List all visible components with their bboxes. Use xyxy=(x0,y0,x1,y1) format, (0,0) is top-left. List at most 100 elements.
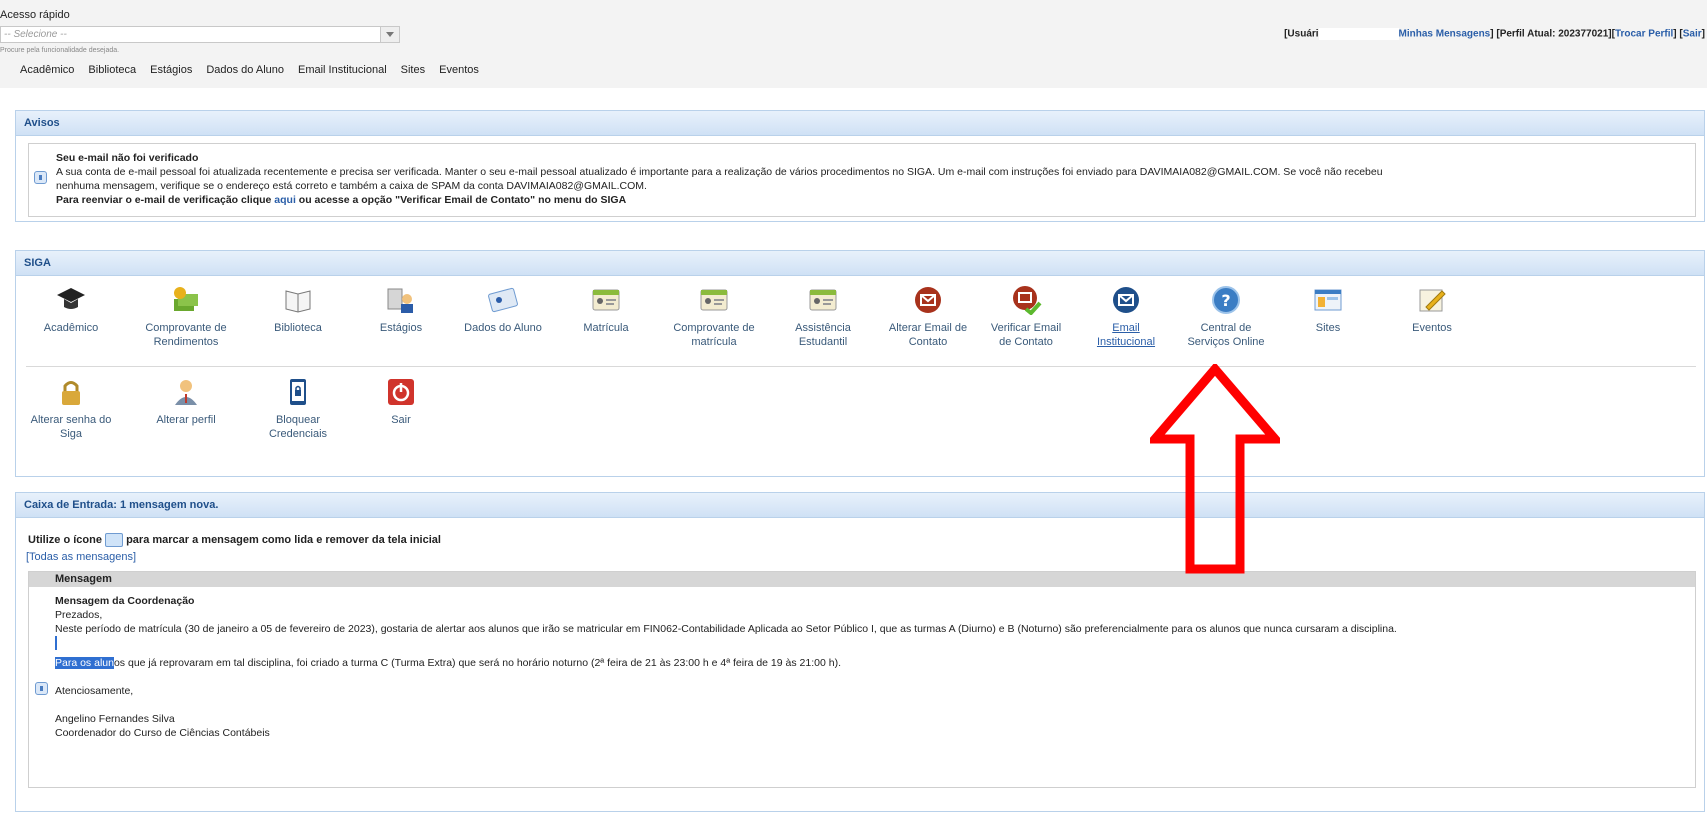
id-card-icon xyxy=(807,285,839,315)
siga-item-est-gios[interactable]: Estágios xyxy=(351,285,451,335)
menu-item-estagios[interactable]: Estágios xyxy=(150,64,192,76)
profile-info: ] [Perfil Atual: 202377021][ xyxy=(1490,28,1615,40)
my-messages-link[interactable]: Minhas Mensagens xyxy=(1399,29,1491,40)
siga-item-label-line-2: Contato xyxy=(908,336,948,348)
message-selected-text: Para os alun xyxy=(55,657,114,669)
menu-item-email-institucional[interactable]: Email Institucional xyxy=(298,64,387,76)
siga-item-sair[interactable]: Sair xyxy=(351,377,451,427)
money-icon xyxy=(170,285,202,315)
siga-item-label-line-2: Estudantil xyxy=(798,336,848,348)
avisos-line-3-b: ou acesse a opção "Verificar Email de Co… xyxy=(295,194,627,206)
siga-item-label-line-2: Siga xyxy=(59,428,83,440)
quick-access-label: Acesso rápido xyxy=(0,9,70,21)
quick-access-select[interactable]: -- Selecione -- xyxy=(0,26,400,43)
siga-item-matr-cula[interactable]: Matrícula xyxy=(556,285,656,335)
siga-item-central-de[interactable]: ? Central de Serviços Online xyxy=(1176,285,1276,349)
siga-item-label: Dados do Aluno xyxy=(464,322,542,334)
avisos-line-3-a: Para reenviar o e-mail de verificação cl… xyxy=(56,194,275,206)
user-bar-end: ] xyxy=(1701,28,1705,40)
svg-text:?: ? xyxy=(1221,291,1230,310)
siga-item-label: Verificar Email xyxy=(990,322,1062,334)
siga-item-label-line-2: Institucional xyxy=(1096,336,1156,348)
siga-item-label: Alterar perfil xyxy=(156,414,216,426)
menu-item-dados-aluno[interactable]: Dados do Aluno xyxy=(206,64,284,76)
siga-panel: SIGA Acadêmico Comprovante de Rendimentos B… xyxy=(15,250,1705,477)
mark-read-icon[interactable] xyxy=(35,682,48,695)
siga-item-acad-mico[interactable]: Acadêmico xyxy=(21,285,121,335)
siga-item-alterar-email-de[interactable]: Alterar Email de Contato xyxy=(878,285,978,349)
message-spacer xyxy=(55,636,1397,650)
inbox-instruction: Utilize o ícone para marcar a mensagem c… xyxy=(28,533,441,547)
intern-icon xyxy=(385,285,417,315)
message-paragraph-2-text: os que já reprovaram em tal disciplina, … xyxy=(113,657,841,669)
siga-item-label-line-2: matrícula xyxy=(691,336,737,348)
top-bar: Acesso rápido -- Selecione -- Procure pe… xyxy=(0,0,1707,88)
message-body: Mensagem da Coordenação Prezados, Neste … xyxy=(55,594,1397,740)
menu-item-biblioteca[interactable]: Biblioteca xyxy=(88,64,136,76)
siga-item-dados-do-aluno[interactable]: Dados do Aluno xyxy=(453,285,553,335)
website-icon xyxy=(1312,285,1344,315)
avisos-panel: Avisos Seu e-mail não foi verificado A s… xyxy=(15,110,1705,222)
siga-item-label: Estágios xyxy=(379,322,423,334)
message-title: Mensagem da Coordenação xyxy=(55,595,195,607)
siga-item-alterar-senha-do[interactable]: Alterar senha do Siga xyxy=(21,377,121,441)
email-blue-icon xyxy=(1110,285,1142,315)
siga-item-assist-ncia[interactable]: Assistência Estudantil xyxy=(773,285,873,349)
siga-item-label: Assistência xyxy=(795,322,851,334)
resend-email-link[interactable]: aqui xyxy=(274,194,296,206)
avisos-line-3: Para reenviar o e-mail de verificação cl… xyxy=(56,193,1676,207)
menu-item-sites[interactable]: Sites xyxy=(401,64,425,76)
siga-item-verificar-email[interactable]: Verificar Email de Contato xyxy=(976,285,1076,349)
siga-item-eventos[interactable]: Eventos xyxy=(1382,285,1482,335)
power-icon xyxy=(385,377,417,407)
notepad-icon xyxy=(1416,285,1448,315)
siga-item-label: Acadêmico xyxy=(43,322,99,334)
all-messages-link[interactable]: [Todas as mensagens] xyxy=(26,551,136,563)
email-red-icon xyxy=(912,285,944,315)
logout-link[interactable]: Sair xyxy=(1683,29,1702,40)
siga-item-label: Email xyxy=(1112,322,1140,334)
quick-access-select-value: -- Selecione -- xyxy=(4,29,67,40)
inbox-title: Caixa de Entrada: 1 mensagem nova. xyxy=(16,493,1704,518)
user-bar: [Usuári Minhas Mensagens] [Perfil Atual: … xyxy=(1284,28,1705,40)
user-bar-separator: ] [ xyxy=(1673,28,1683,40)
siga-item-label: Biblioteca xyxy=(274,322,322,334)
siga-item-label: Bloquear xyxy=(275,414,321,426)
siga-title: SIGA xyxy=(16,251,1704,276)
message-paragraph-1: Neste período de matrícula (30 de janeir… xyxy=(55,623,1397,635)
messages-table: Mensagem Mensagem da Coordenação Prezado… xyxy=(28,571,1696,788)
user-icon xyxy=(170,377,202,407)
siga-item-email[interactable]: Email Institucional xyxy=(1076,285,1176,349)
siga-item-bloquear[interactable]: Bloquear Credenciais xyxy=(248,377,348,441)
menu-item-eventos[interactable]: Eventos xyxy=(439,64,479,76)
siga-item-comprovante-de[interactable]: Comprovante de Rendimentos xyxy=(136,285,236,349)
book-icon xyxy=(282,285,314,315)
avisos-line-1: A sua conta de e-mail pessoal foi atuali… xyxy=(56,166,1383,178)
quick-access-hint: Procure pela funcionalidade desejada. xyxy=(0,47,120,54)
main-menu: Acadêmico Biblioteca Estágios Dados do A… xyxy=(20,64,493,76)
inbox-panel: Caixa de Entrada: 1 mensagem nova. Utili… xyxy=(15,492,1705,812)
id-card-icon xyxy=(698,285,730,315)
siga-item-alterar-perfil[interactable]: Alterar perfil xyxy=(136,377,236,427)
menu-item-academico[interactable]: Acadêmico xyxy=(20,64,74,76)
siga-item-biblioteca[interactable]: Biblioteca xyxy=(248,285,348,335)
change-profile-link[interactable]: Trocar Perfil xyxy=(1615,29,1673,40)
siga-item-label-line-2: Credenciais xyxy=(268,428,328,440)
redacted-username xyxy=(1318,28,1399,40)
email-check-icon xyxy=(1010,285,1042,316)
student-card-icon xyxy=(487,285,519,315)
inbox-instruction-b: para marcar a mensagem como lida e remov… xyxy=(123,533,441,546)
message-signer: Angelino Fernandes Silva xyxy=(55,713,175,725)
id-card-icon xyxy=(590,285,622,315)
inbox-instruction-a: Utilize o ícone xyxy=(28,533,106,546)
siga-item-comprovante-de[interactable]: Comprovante de matrícula xyxy=(664,285,764,349)
message-greeting: Prezados, xyxy=(55,609,103,621)
chevron-down-icon[interactable] xyxy=(380,27,399,42)
siga-item-label: Sair xyxy=(391,414,411,426)
info-icon xyxy=(34,171,47,184)
siga-item-sites[interactable]: Sites xyxy=(1278,285,1378,335)
siga-item-label-line-2: Serviços Online xyxy=(1187,336,1265,348)
avisos-text: Seu e-mail não foi verificado A sua cont… xyxy=(56,151,1676,207)
help-icon: ? xyxy=(1210,285,1242,315)
siga-item-label: Matrícula xyxy=(583,322,629,334)
